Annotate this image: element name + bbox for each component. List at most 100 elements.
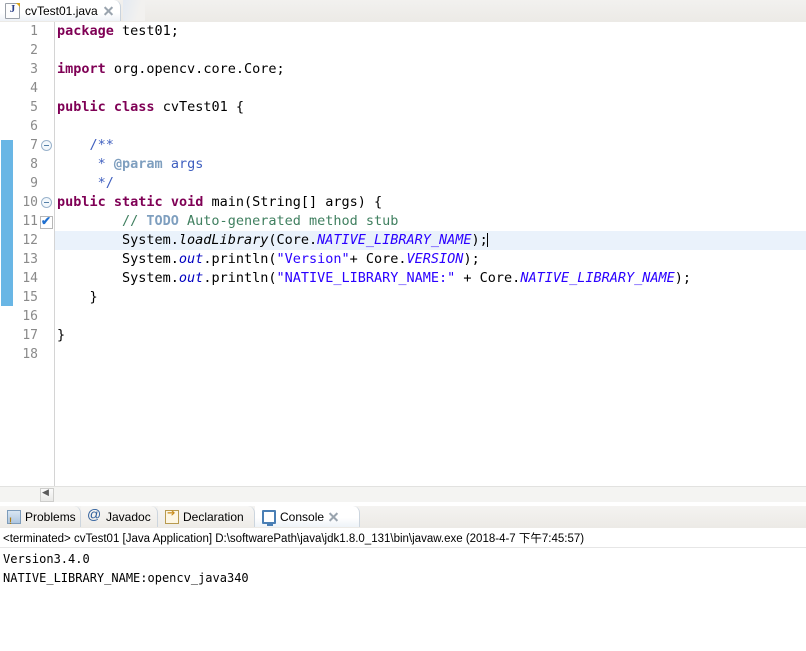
- code-text: + Core.: [349, 251, 407, 267]
- code-keyword: static: [113, 194, 163, 210]
- code-line-current[interactable]: System.loadLibrary(Core.NATIVE_LIBRARY_N…: [55, 231, 806, 250]
- code-keyword: public: [57, 99, 106, 115]
- text-caret: [486, 233, 488, 247]
- fold-collapse-icon[interactable]: [41, 197, 52, 208]
- scroll-left-arrow-icon[interactable]: [40, 487, 54, 502]
- code-line[interactable]: /**: [55, 136, 806, 155]
- code-text: .println(: [203, 251, 277, 267]
- close-icon[interactable]: [328, 511, 339, 522]
- code-text: );: [674, 270, 692, 286]
- line-number: 18: [22, 347, 38, 362]
- code-text: System.: [57, 232, 179, 248]
- constant-name: NATIVE_LIBRARY_NAME: [317, 232, 472, 248]
- code-line[interactable]: package test01;: [55, 22, 806, 41]
- editor-tab-label: cvTest01.java: [25, 3, 98, 18]
- editor-tab-cvtest01[interactable]: cvTest01.java: [0, 0, 121, 21]
- code-line[interactable]: }: [55, 326, 806, 345]
- tab-javadoc[interactable]: Javadoc: [81, 506, 158, 527]
- code-text: }: [57, 289, 98, 305]
- tab-problems[interactable]: Problems: [0, 506, 81, 527]
- todo-tag: TODO: [146, 213, 179, 229]
- code-line[interactable]: import org.opencv.core.Core;: [55, 60, 806, 79]
- declaration-icon: [165, 508, 179, 524]
- code-text: main(String[] args) {: [203, 194, 383, 210]
- code-keyword: import: [57, 61, 106, 77]
- code-line[interactable]: System.out.println("Version"+ Core.VERSI…: [55, 250, 806, 269]
- constant-name: VERSION: [406, 251, 464, 267]
- comment-text: Auto-generated method stub: [178, 213, 399, 229]
- code-text: org.opencv.core.Core;: [105, 61, 285, 77]
- javadoc-text: /**: [57, 137, 114, 153]
- code-keyword: package: [57, 23, 114, 39]
- eclipse-window: cvTest01.java 1 2 3 4 5 6 7 8 9 10 11 12…: [0, 0, 806, 651]
- static-field-name: out: [178, 270, 204, 286]
- problems-icon: [7, 509, 21, 526]
- bottom-view-tabstrip: Problems Javadoc Declaration Console: [0, 506, 806, 529]
- javadoc-text: args: [162, 156, 204, 172]
- code-text: );: [463, 251, 480, 267]
- static-method-name: loadLibrary: [178, 232, 269, 248]
- code-text: }: [57, 327, 66, 343]
- code-line[interactable]: }: [55, 288, 806, 307]
- close-icon[interactable]: [103, 5, 114, 16]
- code-line[interactable]: public static void main(String[] args) {: [55, 193, 806, 212]
- folding-gutter[interactable]: [40, 22, 55, 486]
- line-number: 17: [22, 328, 38, 343]
- line-number: 16: [22, 309, 38, 324]
- annotation-ruler[interactable]: [0, 22, 15, 486]
- code-line[interactable]: * @param args: [55, 155, 806, 174]
- code-line[interactable]: // TODO Auto-generated method stub: [55, 212, 806, 231]
- code-text: cvTest01 {: [154, 99, 244, 115]
- tab-label: Console: [280, 509, 325, 524]
- java-file-icon: [5, 2, 20, 19]
- tab-label: Problems: [25, 509, 76, 524]
- console-icon: [262, 509, 276, 526]
- code-line[interactable]: public class cvTest01 {: [55, 98, 806, 117]
- code-text: .println(: [203, 270, 277, 286]
- code-text-area[interactable]: package test01; import org.opencv.core.C…: [55, 22, 806, 486]
- javadoc-icon: [87, 506, 102, 524]
- fold-collapse-icon[interactable]: [41, 140, 52, 151]
- code-text: System.: [57, 270, 179, 286]
- line-number: 7: [30, 138, 38, 153]
- code-keyword: public: [57, 194, 106, 210]
- editor-tabstrip: cvTest01.java: [0, 0, 806, 23]
- tab-label: Declaration: [183, 509, 244, 524]
- todo-task-icon[interactable]: [40, 214, 53, 229]
- code-line[interactable]: [55, 79, 806, 98]
- javadoc-text: */: [57, 175, 114, 191]
- line-number: 12: [22, 233, 38, 248]
- line-number: 13: [22, 252, 38, 267]
- javadoc-tag: @param: [113, 156, 163, 172]
- tabstrip-curve: [123, 0, 145, 21]
- line-number: 10: [22, 195, 38, 210]
- code-line[interactable]: [55, 117, 806, 136]
- static-field-name: out: [178, 251, 204, 267]
- constant-name: NATIVE_LIBRARY_NAME: [520, 270, 675, 286]
- line-number-gutter: 1 2 3 4 5 6 7 8 9 10 11 12 13 14 15 16 1…: [14, 22, 40, 486]
- code-text: + Core.: [455, 270, 521, 286]
- code-line[interactable]: System.out.println("NATIVE_LIBRARY_NAME:…: [55, 269, 806, 288]
- console-view[interactable]: <terminated> cvTest01 [Java Application]…: [0, 528, 806, 651]
- line-number: 14: [22, 271, 38, 286]
- code-line[interactable]: [55, 307, 806, 326]
- code-editor[interactable]: 1 2 3 4 5 6 7 8 9 10 11 12 13 14 15 16 1…: [0, 22, 806, 486]
- code-text: (Core.: [268, 232, 318, 248]
- tab-console[interactable]: Console: [255, 506, 360, 527]
- code-line[interactable]: [55, 345, 806, 364]
- line-number: 6: [30, 119, 38, 134]
- javadoc-text: *: [57, 156, 114, 172]
- code-text: test01;: [113, 23, 179, 39]
- code-line[interactable]: */: [55, 174, 806, 193]
- line-number: 2: [30, 43, 38, 58]
- tab-declaration[interactable]: Declaration: [158, 506, 255, 527]
- line-number: 11: [22, 214, 38, 229]
- string-literal: "NATIVE_LIBRARY_NAME:": [276, 270, 456, 286]
- tab-label: Javadoc: [106, 509, 151, 524]
- code-line[interactable]: [55, 41, 806, 60]
- editor-horizontal-scrollbar[interactable]: [0, 486, 806, 503]
- console-output-line: Version3.4.0: [3, 552, 90, 566]
